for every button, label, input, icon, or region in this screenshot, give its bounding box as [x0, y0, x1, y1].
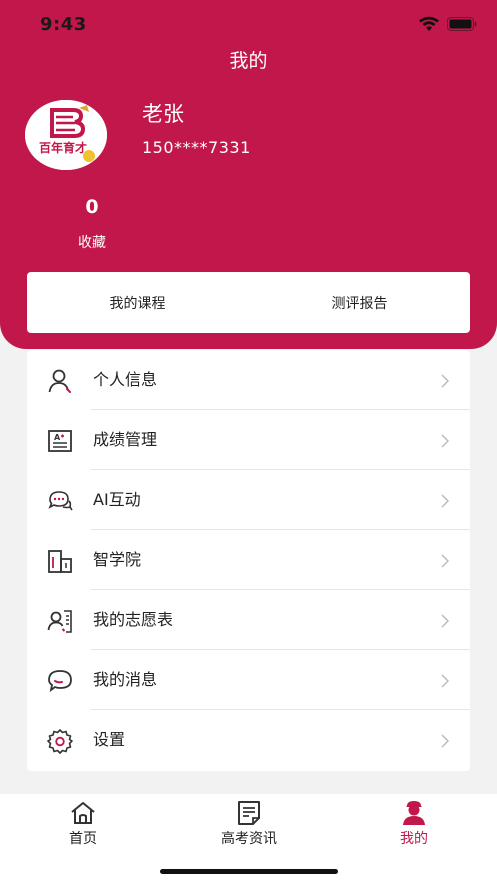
tab-news[interactable]: 高考资讯: [189, 798, 309, 848]
phone-number: 150****7331: [142, 138, 251, 157]
tab-home[interactable]: 首页: [23, 798, 143, 848]
menu-item-personal-info[interactable]: 个人信息: [27, 350, 470, 410]
tab-mine[interactable]: 我的: [354, 798, 474, 848]
chat-bubble-icon: [48, 491, 73, 511]
favorites-label[interactable]: 收藏: [62, 232, 122, 252]
status-bar: 9:43: [0, 0, 497, 48]
menu-label: AI互动: [93, 490, 141, 509]
svg-text:A: A: [54, 433, 61, 442]
menu-label: 智学院: [93, 550, 142, 569]
person-icon: [48, 369, 71, 393]
avatar-logo: 百年育才: [25, 100, 107, 170]
menu-label: 设置: [93, 730, 126, 749]
grade-icon: A: [48, 430, 72, 452]
avatar-logo-text: 百年育才: [39, 140, 87, 155]
assessment-report-button[interactable]: 测评报告: [249, 272, 470, 333]
tab-label: 我的: [400, 831, 428, 847]
tab-label: 高考资讯: [221, 831, 277, 847]
status-time: 9:43: [40, 14, 87, 35]
building-icon: [48, 550, 72, 573]
volunteer-list-icon: [47, 610, 72, 633]
home-indicator: [160, 869, 338, 874]
quick-tabs: 我的课程 测评报告: [27, 272, 470, 333]
menu-label: 个人信息: [93, 370, 158, 389]
tab-label: 首页: [69, 831, 97, 847]
my-courses-button[interactable]: 我的课程: [27, 272, 248, 333]
battery-icon: [447, 17, 477, 31]
chevron-right-icon: [441, 614, 450, 628]
page-title: 我的: [229, 50, 268, 72]
profile-header: 9:43 我的 百年育才 老张 150****7331 0 收藏 我的课程 测评…: [0, 0, 497, 349]
menu-item-grades[interactable]: A 成绩管理: [27, 410, 470, 470]
chevron-right-icon: [441, 554, 450, 568]
user-avatar-icon: [403, 801, 425, 825]
menu-label: 我的志愿表: [93, 610, 174, 629]
chevron-right-icon: [441, 434, 450, 448]
favorites-count[interactable]: 0: [62, 196, 122, 218]
home-icon: [71, 802, 95, 824]
gear-icon: [47, 729, 73, 754]
menu-item-volunteer-list[interactable]: 我的志愿表: [27, 590, 470, 650]
chevron-right-icon: [441, 374, 450, 388]
menu-item-messages[interactable]: 我的消息: [27, 650, 470, 710]
wifi-icon: [419, 16, 439, 31]
menu-item-settings[interactable]: 设置: [27, 710, 470, 770]
menu-list: 个人信息 A 成绩管理 AI互动 智学院 我的志愿表 我的消息 设置: [27, 350, 470, 771]
news-icon: [238, 801, 260, 825]
menu-label: 我的消息: [93, 670, 158, 689]
message-icon: [48, 670, 72, 693]
chevron-right-icon: [441, 734, 450, 748]
chevron-right-icon: [441, 674, 450, 688]
menu-item-ai-chat[interactable]: AI互动: [27, 470, 470, 530]
avatar[interactable]: 百年育才: [25, 100, 107, 170]
chevron-right-icon: [441, 494, 450, 508]
menu-item-academy[interactable]: 智学院: [27, 530, 470, 590]
menu-label: 成绩管理: [93, 430, 158, 449]
username: 老张: [142, 102, 184, 126]
